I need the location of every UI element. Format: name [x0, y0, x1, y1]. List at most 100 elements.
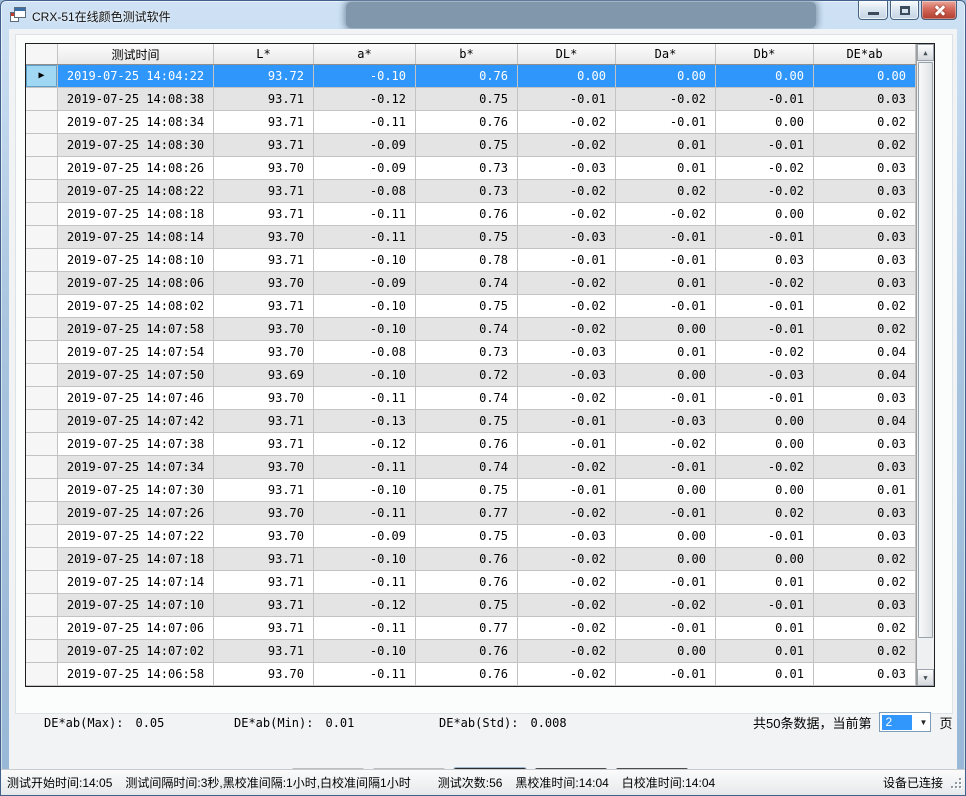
- table-row[interactable]: 2019-07-25 14:07:0293.71-0.100.76-0.020.…: [26, 640, 916, 663]
- row-header[interactable]: [26, 433, 58, 455]
- row-header[interactable]: [26, 387, 58, 409]
- cell-b: 0.75: [416, 525, 518, 547]
- row-header[interactable]: [26, 134, 58, 156]
- row-header[interactable]: [26, 180, 58, 202]
- row-header[interactable]: [26, 410, 58, 432]
- table-row[interactable]: 2019-07-25 14:07:3893.71-0.120.76-0.01-0…: [26, 433, 916, 456]
- table-row[interactable]: 2019-07-25 14:07:2293.70-0.090.75-0.030.…: [26, 525, 916, 548]
- column-header-dl[interactable]: DL*: [518, 44, 616, 64]
- scroll-down-button[interactable]: ▼: [917, 669, 934, 686]
- row-header[interactable]: [26, 364, 58, 386]
- column-header-b[interactable]: b*: [416, 44, 518, 64]
- table-row[interactable]: 2019-07-25 14:07:2693.70-0.110.77-0.02-0…: [26, 502, 916, 525]
- row-header[interactable]: [26, 525, 58, 547]
- row-header[interactable]: [26, 249, 58, 271]
- cell-de-ab: 0.02: [814, 134, 916, 156]
- table-row[interactable]: 2019-07-25 14:08:2293.71-0.080.73-0.020.…: [26, 180, 916, 203]
- cell-da: -0.02: [616, 203, 716, 225]
- row-header[interactable]: [26, 295, 58, 317]
- cell-a: -0.09: [314, 157, 416, 179]
- table-row[interactable]: 2019-07-25 14:08:0693.70-0.090.74-0.020.…: [26, 272, 916, 295]
- page-select[interactable]: 2 ▼: [879, 712, 931, 732]
- table-row[interactable]: 2019-07-25 14:07:4293.71-0.130.75-0.01-0…: [26, 410, 916, 433]
- table-row[interactable]: 2019-07-25 14:07:3093.71-0.100.75-0.010.…: [26, 479, 916, 502]
- scrollbar-track[interactable]: [917, 639, 934, 669]
- title-bar[interactable]: CRX-51在线颜色测试软件: [1, 1, 965, 29]
- column-header-a[interactable]: a*: [314, 44, 416, 64]
- row-header[interactable]: [26, 479, 58, 501]
- table-row[interactable]: 2019-07-25 14:08:1893.71-0.110.76-0.02-0…: [26, 203, 916, 226]
- cell-de-ab: 0.03: [814, 88, 916, 110]
- minimize-button[interactable]: [858, 1, 888, 20]
- table-row[interactable]: 2019-07-25 14:08:1493.70-0.110.75-0.03-0…: [26, 226, 916, 249]
- column-header-time[interactable]: 测试时间: [58, 44, 214, 64]
- cell-b: 0.76: [416, 65, 518, 87]
- table-row[interactable]: 2019-07-25 14:08:1093.71-0.100.78-0.01-0…: [26, 249, 916, 272]
- stat-label: DE*ab(Std):: [439, 716, 518, 730]
- cell-dl: -0.01: [518, 249, 616, 271]
- resize-grip[interactable]: [951, 778, 961, 788]
- cell-b: 0.76: [416, 203, 518, 225]
- column-header-l[interactable]: L*: [214, 44, 314, 64]
- row-header[interactable]: [26, 341, 58, 363]
- row-header[interactable]: [26, 640, 58, 662]
- table-row[interactable]: 2019-07-25 14:07:1493.71-0.110.76-0.02-0…: [26, 571, 916, 594]
- row-header[interactable]: [26, 226, 58, 248]
- vertical-scrollbar[interactable]: ▲ ▼: [916, 44, 934, 686]
- close-button[interactable]: [921, 1, 957, 20]
- cell-dl: -0.03: [518, 226, 616, 248]
- scrollbar-thumb[interactable]: [918, 62, 933, 638]
- cell-a: -0.10: [314, 65, 416, 87]
- table-row[interactable]: 2019-07-25 14:07:5893.70-0.100.74-0.020.…: [26, 318, 916, 341]
- pager-suffix-label: 页: [939, 713, 952, 732]
- table-row[interactable]: 2019-07-25 14:08:2693.70-0.090.73-0.030.…: [26, 157, 916, 180]
- table-row[interactable]: 2019-07-25 14:07:1893.71-0.100.76-0.020.…: [26, 548, 916, 571]
- row-header[interactable]: [26, 594, 58, 616]
- cell-db: -0.02: [716, 272, 814, 294]
- row-header[interactable]: [26, 548, 58, 570]
- table-row[interactable]: 2019-07-25 14:07:5493.70-0.080.73-0.030.…: [26, 341, 916, 364]
- cell-db: 0.00: [716, 410, 814, 432]
- column-header-da[interactable]: Da*: [616, 44, 716, 64]
- table-row[interactable]: 2019-07-25 14:07:5093.69-0.100.72-0.030.…: [26, 364, 916, 387]
- table-row[interactable]: 2019-07-25 14:08:0293.71-0.100.75-0.02-0…: [26, 295, 916, 318]
- row-header[interactable]: [26, 663, 58, 685]
- cell-l: 93.70: [214, 387, 314, 409]
- row-header[interactable]: [26, 502, 58, 524]
- cell-dl: -0.03: [518, 157, 616, 179]
- table-row[interactable]: 2019-07-25 14:07:4693.70-0.110.74-0.02-0…: [26, 387, 916, 410]
- cell-dl: -0.01: [518, 88, 616, 110]
- column-header-de-ab[interactable]: DE*ab: [814, 44, 916, 64]
- table-row[interactable]: 2019-07-25 14:07:0693.71-0.110.77-0.02-0…: [26, 617, 916, 640]
- cell-da: -0.01: [616, 502, 716, 524]
- cell-b: 0.73: [416, 341, 518, 363]
- column-header-db[interactable]: Db*: [716, 44, 814, 64]
- cell-da: -0.01: [616, 387, 716, 409]
- app-window: CRX-51在线颜色测试软件 测试时间L*a*b*DL*Da*Db*DE*ab …: [0, 0, 966, 796]
- table-row[interactable]: 2019-07-25 14:08:3493.71-0.110.76-0.02-0…: [26, 111, 916, 134]
- scroll-up-button[interactable]: ▲: [917, 44, 934, 61]
- table-row[interactable]: 2019-07-25 14:08:3893.71-0.120.75-0.01-0…: [26, 88, 916, 111]
- row-header[interactable]: [26, 456, 58, 478]
- row-header[interactable]: [26, 318, 58, 340]
- cell-a: -0.10: [314, 295, 416, 317]
- maximize-button[interactable]: [890, 1, 919, 20]
- cell-time: 2019-07-25 14:08:10: [58, 249, 214, 271]
- row-header[interactable]: [26, 203, 58, 225]
- table-row[interactable]: 2019-07-25 14:07:3493.70-0.110.74-0.02-0…: [26, 456, 916, 479]
- measurement-data-grid[interactable]: 测试时间L*a*b*DL*Da*Db*DE*ab ▶2019-07-25 14:…: [25, 43, 935, 687]
- row-header[interactable]: [26, 272, 58, 294]
- row-header[interactable]: ▶: [26, 65, 58, 87]
- cell-da: 0.01: [616, 341, 716, 363]
- table-row[interactable]: 2019-07-25 14:07:1093.71-0.120.75-0.02-0…: [26, 594, 916, 617]
- row-header[interactable]: [26, 157, 58, 179]
- row-header[interactable]: [26, 111, 58, 133]
- table-row[interactable]: 2019-07-25 14:08:3093.71-0.090.75-0.020.…: [26, 134, 916, 157]
- cell-dl: -0.02: [518, 594, 616, 616]
- table-row[interactable]: ▶2019-07-25 14:04:2293.72-0.100.760.000.…: [26, 65, 916, 88]
- row-header[interactable]: [26, 88, 58, 110]
- row-header[interactable]: [26, 617, 58, 639]
- table-row[interactable]: 2019-07-25 14:06:5893.70-0.110.76-0.02-0…: [26, 663, 916, 686]
- row-header[interactable]: [26, 571, 58, 593]
- cell-db: -0.01: [716, 134, 814, 156]
